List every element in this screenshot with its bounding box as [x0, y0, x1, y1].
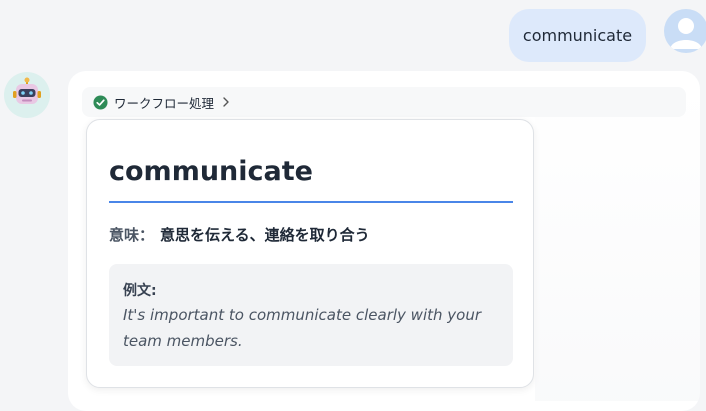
example-text: It's important to communicate clearly wi… — [123, 306, 481, 350]
chevron-right-icon — [223, 97, 229, 107]
card-word-title: communicate — [109, 156, 313, 187]
meaning-row: 意味： 意思を伝える、連絡を取り合う — [109, 224, 370, 245]
meaning-text: 意思を伝える、連絡を取り合う — [160, 226, 370, 244]
robot-icon — [13, 77, 41, 104]
title-divider — [109, 201, 513, 203]
user-avatar-icon[interactable] — [664, 9, 706, 53]
meaning-label: 意味： — [109, 226, 155, 244]
word-definition-card: communicate 意味： 意思を伝える、連絡を取り合う 例文: It's i… — [86, 119, 534, 388]
workflow-status-toggle[interactable]: ワークフロー処理 — [82, 87, 686, 117]
check-circle-icon — [93, 94, 108, 110]
user-message-bubble: communicate — [509, 9, 646, 62]
example-label: 例文: — [123, 283, 157, 299]
workflow-label: ワークフロー処理 — [114, 95, 215, 111]
user-silhouette-icon — [670, 18, 702, 49]
robot-avatar-icon — [4, 72, 50, 118]
user-message-text: communicate — [522, 26, 633, 45]
example-box: 例文: It's important to communicate clearl… — [109, 264, 513, 366]
